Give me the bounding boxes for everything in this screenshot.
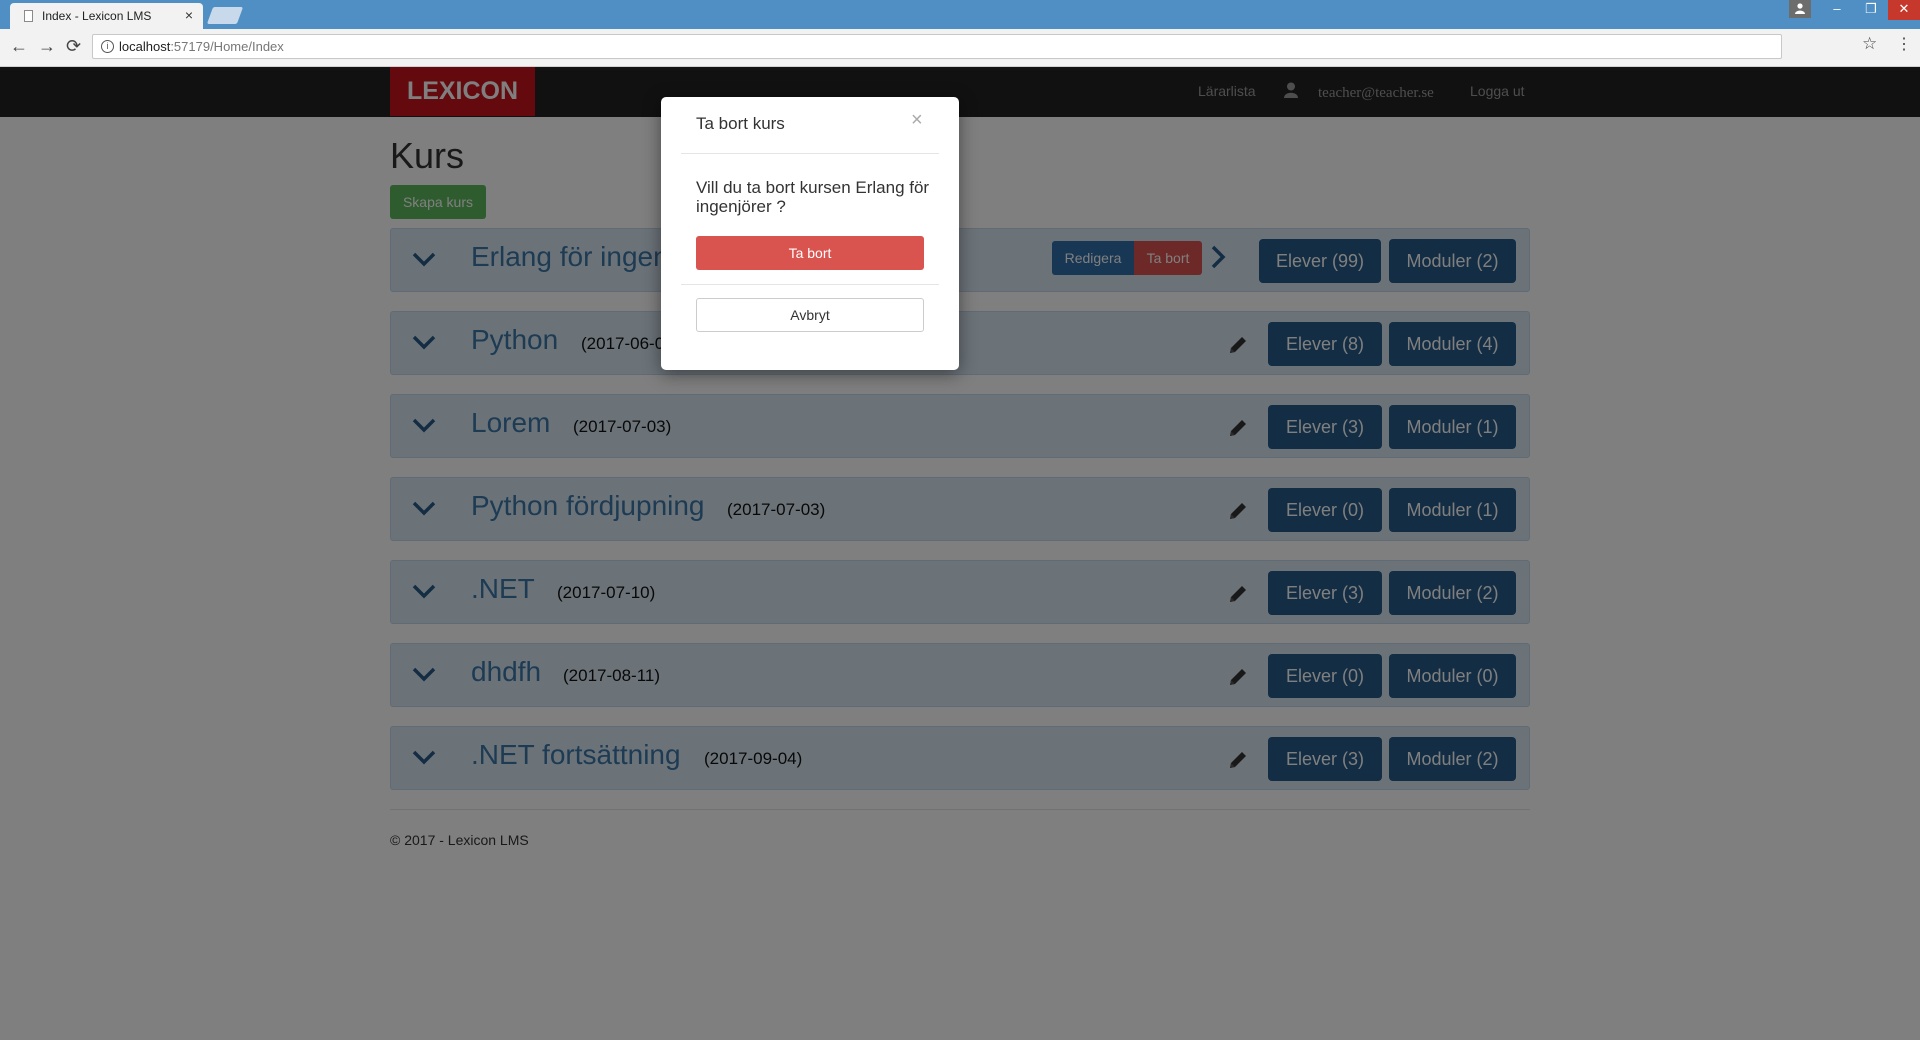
browser-toolbar: ← → ⟳ i localhost:57179/Home/Index ☆ ⋮ [0, 29, 1920, 67]
url-path: :57179/Home/Index [170, 39, 284, 54]
tab-title: Index - Lexicon LMS [42, 9, 152, 23]
delete-course-dialog: Ta bort kurs × Vill du ta bort kursen Er… [661, 97, 959, 370]
tab-close-icon[interactable]: × [185, 7, 193, 23]
forward-arrow-icon[interactable]: → [38, 37, 56, 55]
bookmark-star-icon[interactable]: ☆ [1862, 34, 1877, 54]
modal-backdrop[interactable] [0, 67, 1920, 1040]
cancel-button[interactable]: Avbryt [696, 298, 924, 332]
reload-icon[interactable]: ⟳ [66, 37, 81, 55]
close-icon[interactable]: × [911, 109, 923, 132]
browser-titlebar: Index - Lexicon LMS × – ❐ ✕ [0, 0, 1920, 29]
page-icon [24, 10, 33, 22]
close-window-button[interactable]: ✕ [1888, 0, 1920, 20]
minimize-button[interactable]: – [1820, 0, 1854, 20]
modal-message: Vill du ta bort kursen Erlang för ingenj… [696, 178, 930, 216]
browser-tab[interactable]: Index - Lexicon LMS × [10, 3, 203, 29]
profile-button[interactable] [1789, 0, 1811, 18]
modal-title: Ta bort kurs [696, 114, 785, 133]
modal-footer-divider [681, 284, 939, 285]
restore-button[interactable]: ❐ [1854, 0, 1888, 20]
address-bar[interactable]: i localhost:57179/Home/Index [92, 34, 1782, 59]
back-arrow-icon[interactable]: ← [10, 37, 28, 55]
modal-header-divider [681, 153, 939, 154]
page-content: LEXICON Lärarlista teacher@teacher.se Lo… [0, 67, 1920, 1040]
url-host: localhost [119, 39, 171, 54]
new-tab-button[interactable] [206, 7, 244, 24]
confirm-delete-button[interactable]: Ta bort [696, 236, 924, 270]
info-icon[interactable]: i [101, 40, 114, 53]
person-icon [1795, 3, 1805, 14]
browser-menu-icon[interactable]: ⋮ [1896, 34, 1912, 54]
url-text[interactable]: localhost:57179/Home/Index [119, 39, 284, 54]
